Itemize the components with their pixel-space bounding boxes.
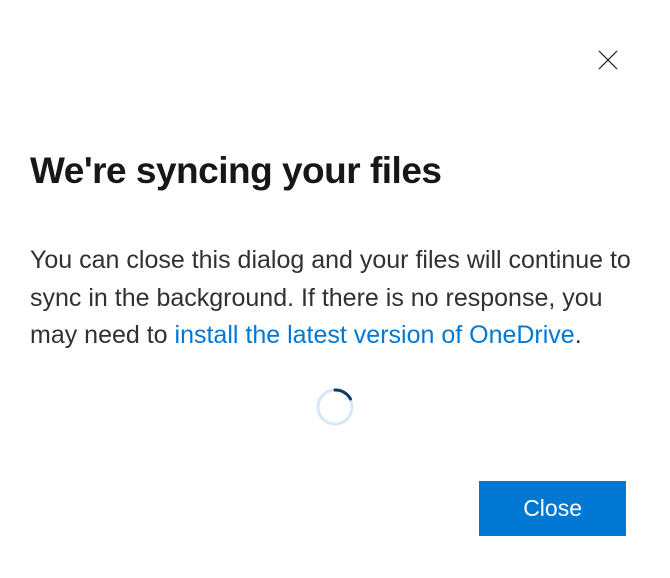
sync-dialog: We're syncing your files You can close t… bbox=[0, 0, 670, 578]
close-icon[interactable] bbox=[594, 46, 622, 74]
loading-spinner-icon bbox=[315, 387, 355, 427]
install-onedrive-link[interactable]: install the latest version of OneDrive bbox=[175, 321, 575, 349]
dialog-body: You can close this dialog and your files… bbox=[30, 242, 640, 355]
body-text-after: . bbox=[575, 321, 582, 349]
dialog-title: We're syncing your files bbox=[30, 148, 640, 194]
dialog-footer: Close bbox=[479, 481, 626, 536]
spinner-container bbox=[30, 387, 640, 427]
close-button[interactable]: Close bbox=[479, 481, 626, 536]
dialog-content: We're syncing your files You can close t… bbox=[0, 0, 670, 427]
